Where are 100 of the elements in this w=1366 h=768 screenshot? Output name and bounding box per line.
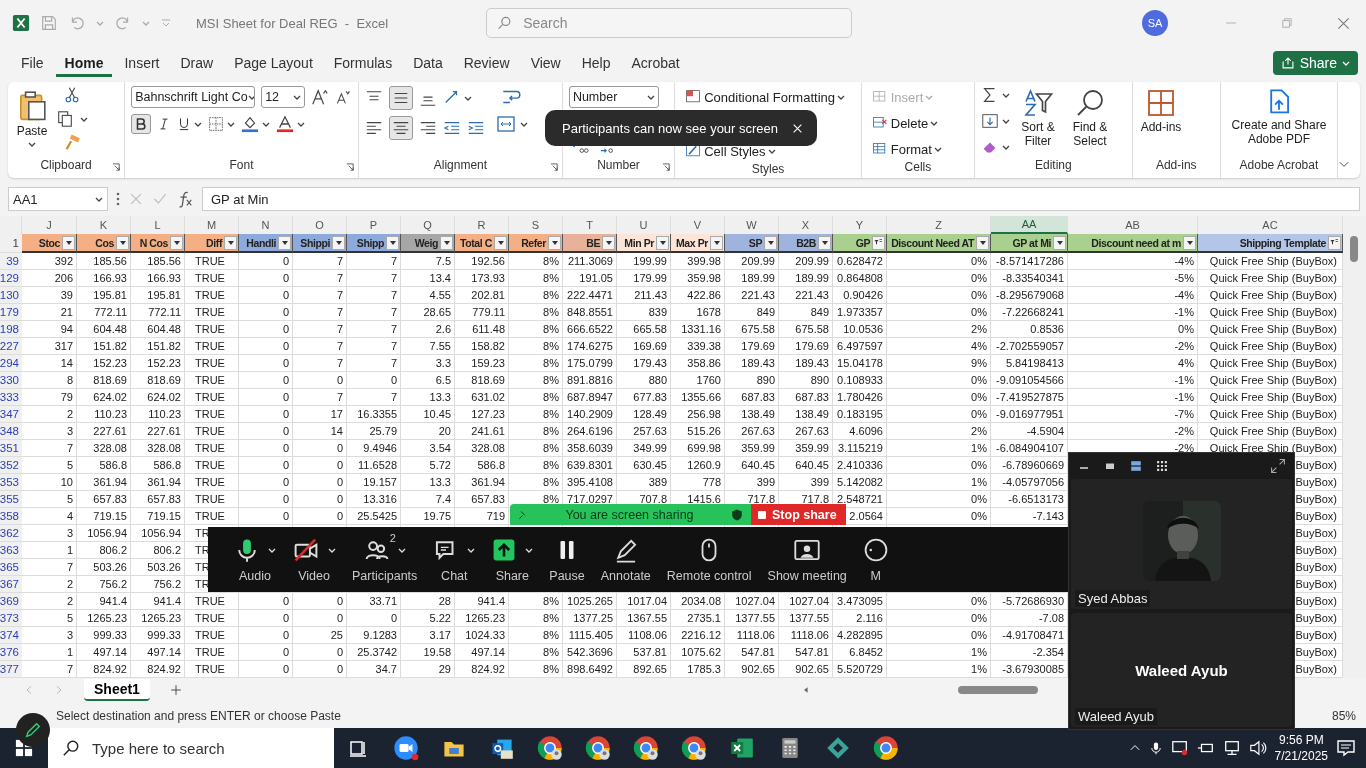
row-number[interactable]: 198 (0, 321, 22, 338)
row-number[interactable]: 1 (0, 234, 22, 253)
taskbar-search-field[interactable]: Type here to search (48, 728, 334, 768)
stop-share-button[interactable]: Stop share (751, 504, 846, 525)
network-icon[interactable] (1222, 739, 1241, 757)
dialog-launcher-icon[interactable] (662, 163, 672, 172)
toolbar-button[interactable]: Pause (543, 536, 591, 583)
caret-icon[interactable] (80, 115, 88, 123)
menu-tab[interactable]: Help (572, 49, 620, 77)
filter-button[interactable] (332, 235, 345, 250)
align-left-icon[interactable] (364, 119, 383, 137)
caret-icon[interactable] (397, 546, 406, 554)
toolbar-button[interactable]: Annotate (594, 536, 657, 583)
row-number[interactable]: 367 (0, 576, 22, 593)
toolbar-button[interactable]: Show meeting (761, 536, 853, 583)
caret-icon[interactable] (268, 546, 276, 554)
browser-icon[interactable] (585, 735, 611, 761)
format-painter-icon[interactable] (63, 134, 81, 152)
caret-icon[interactable] (1002, 117, 1011, 125)
row-number[interactable]: 39 (0, 253, 22, 270)
expand-icon[interactable] (1270, 458, 1286, 474)
menu-tab[interactable]: Formulas (324, 49, 402, 77)
caret-icon[interactable] (262, 120, 271, 128)
cells-button[interactable]: Delete (867, 112, 942, 134)
paste-button[interactable]: Paste (14, 86, 50, 150)
spreadsheet-app-icon[interactable] (730, 736, 754, 760)
caret-icon[interactable] (930, 119, 939, 127)
caret-icon[interactable] (297, 120, 306, 128)
volume-icon[interactable] (1248, 739, 1267, 757)
dialog-launcher-icon[interactable] (549, 163, 559, 172)
task-view-icon[interactable] (348, 738, 368, 758)
row-number[interactable]: 294 (0, 355, 22, 372)
caret-icon[interactable] (933, 145, 942, 153)
menu-tab[interactable]: Acrobat (622, 49, 689, 77)
row-number[interactable]: 348 (0, 423, 22, 440)
caret-icon[interactable] (247, 93, 255, 101)
caret-icon[interactable] (1342, 59, 1350, 67)
merge-center-icon[interactable] (494, 114, 517, 134)
caret-icon[interactable] (1002, 91, 1011, 99)
close-icon[interactable] (1336, 16, 1350, 30)
filter-button[interactable] (548, 235, 561, 250)
toolbar-button[interactable]: Video (286, 536, 342, 583)
row-number[interactable]: 363 (0, 542, 22, 559)
filter-button[interactable] (278, 235, 291, 250)
caret-icon[interactable] (293, 93, 302, 101)
menu-tab[interactable]: Draw (171, 49, 223, 77)
align-right-icon[interactable] (418, 119, 437, 137)
caret-icon[interactable] (767, 147, 776, 155)
caret-icon[interactable] (328, 546, 336, 554)
bold-button[interactable] (131, 114, 152, 134)
calculator-icon[interactable] (779, 736, 801, 760)
filter-button[interactable] (602, 235, 615, 250)
decrease-indent-icon[interactable] (442, 119, 461, 137)
row-number[interactable]: 358 (0, 508, 22, 525)
close-button[interactable] (792, 122, 804, 134)
add-ins-button[interactable]: Add-ins (1138, 86, 1184, 136)
horizontal-scrollbar[interactable] (957, 686, 1038, 694)
user-avatar[interactable]: SA (1142, 10, 1168, 36)
sharing-banner[interactable]: You are screen sharing (510, 504, 751, 525)
caret-icon[interactable] (467, 546, 476, 554)
filter-button[interactable] (976, 235, 989, 250)
browser-icon[interactable] (537, 735, 563, 761)
filter-button[interactable] (116, 235, 129, 250)
menu-tab[interactable]: Review (454, 49, 519, 77)
cut-icon[interactable] (63, 86, 81, 104)
caret-icon[interactable] (95, 195, 103, 203)
font-color-icon[interactable] (276, 115, 295, 133)
filter-button[interactable] (170, 235, 183, 250)
row-number[interactable]: 351 (0, 440, 22, 457)
row-number[interactable]: 376 (0, 644, 22, 661)
notifications-icon[interactable] (1336, 738, 1356, 758)
increase-indent-icon[interactable] (466, 119, 485, 137)
filter-button[interactable] (1053, 235, 1066, 250)
row-number[interactable]: 373 (0, 610, 22, 627)
row-number[interactable]: 362 (0, 525, 22, 542)
filter-button[interactable] (764, 235, 777, 250)
caret-icon[interactable] (519, 120, 528, 128)
caret-icon[interactable] (837, 93, 845, 101)
diamond-app-icon[interactable] (826, 736, 850, 760)
filter-button[interactable] (818, 235, 831, 250)
number-format-field[interactable]: Number (568, 86, 659, 108)
row-number[interactable]: 227 (0, 338, 22, 355)
row-number[interactable]: 374 (0, 627, 22, 644)
caret-icon[interactable] (463, 94, 472, 102)
menu-tab[interactable]: Data (404, 49, 452, 77)
row-number[interactable]: 130 (0, 287, 22, 304)
find-select-button[interactable]: Find & Select (1066, 86, 1115, 150)
row-number[interactable]: 352 (0, 457, 22, 474)
cells-button[interactable]: Format (867, 138, 945, 160)
filter-button[interactable] (656, 235, 669, 250)
font-size-field[interactable]: 12 (261, 86, 306, 108)
caret-icon[interactable] (525, 546, 534, 554)
grid-view-icon[interactable] (1155, 459, 1169, 473)
fill-color-icon[interactable] (241, 115, 260, 133)
filter-button[interactable] (224, 235, 237, 250)
borders-icon[interactable] (208, 116, 225, 132)
row-number[interactable]: 353 (0, 474, 22, 491)
menu-tab[interactable]: File (12, 49, 53, 77)
row-number[interactable]: 347 (0, 406, 22, 423)
create-pdf-button[interactable]: Create and Share Adobe PDF (1226, 86, 1331, 148)
